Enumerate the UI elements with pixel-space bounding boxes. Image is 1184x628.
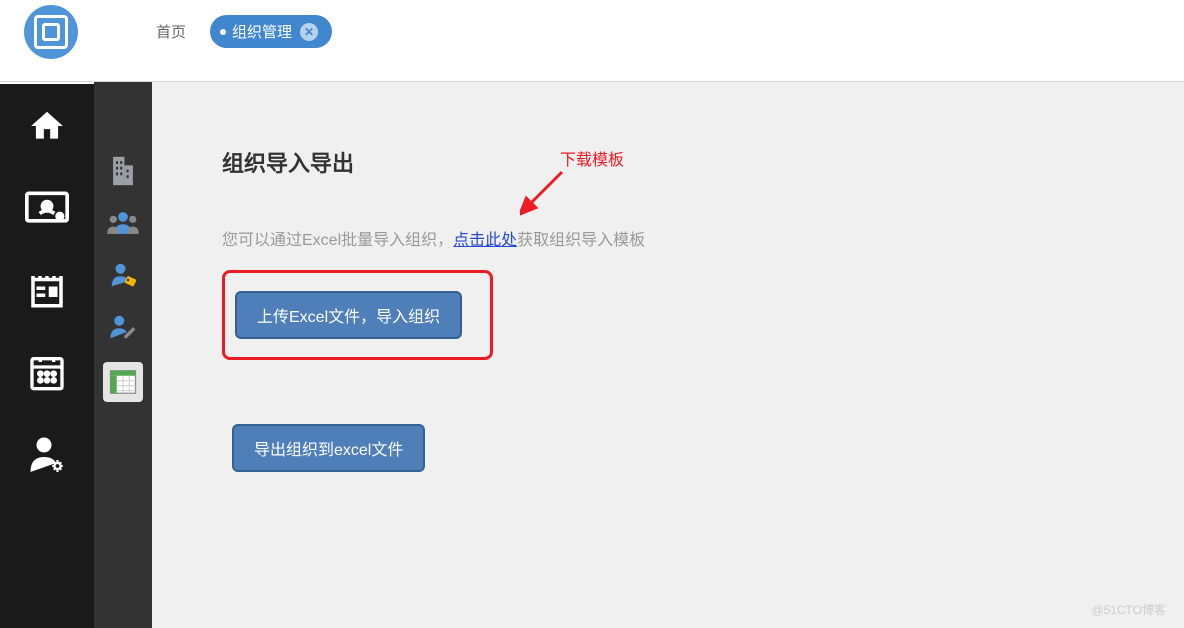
user-edit-icon[interactable] (106, 310, 140, 344)
upload-highlight-box: 上传Excel文件，导入组织 (222, 270, 493, 360)
users-icon[interactable] (106, 206, 140, 240)
breadcrumb-home[interactable]: 首页 (138, 15, 204, 48)
upload-excel-button[interactable]: 上传Excel文件，导入组织 (235, 291, 462, 339)
building-icon[interactable] (106, 154, 140, 188)
breadcrumb-active-label: 组织管理 (232, 21, 292, 42)
app-logo[interactable] (24, 5, 78, 59)
user-settings-icon[interactable] (25, 434, 69, 474)
main-content: 组织导入导出 下载模板 您可以通过Excel批量导入组织，点击此处获取组织导入模… (152, 82, 1184, 628)
secondary-sidebar (94, 82, 152, 628)
person-tag-icon[interactable] (106, 258, 140, 292)
spreadsheet-icon[interactable] (103, 362, 143, 402)
export-excel-button[interactable]: 导出组织到excel文件 (232, 424, 425, 472)
primary-sidebar (0, 82, 94, 628)
calendar-icon[interactable] (25, 352, 69, 392)
hint-text: 您可以通过Excel批量导入组织，点击此处获取组织导入模板 (222, 226, 1136, 250)
header: 首页 组织管理 ✕ (0, 0, 1184, 82)
monitor-icon[interactable] (25, 188, 69, 228)
news-icon[interactable] (25, 270, 69, 310)
hint-before: 您可以通过Excel批量导入组织， (222, 232, 453, 249)
close-icon[interactable]: ✕ (300, 23, 318, 41)
download-template-link[interactable]: 点击此处 (453, 232, 517, 249)
hint-after: 获取组织导入模板 (517, 232, 645, 249)
breadcrumb: 首页 组织管理 ✕ (138, 15, 332, 48)
page-title: 组织导入导出 (222, 146, 1136, 178)
home-icon[interactable] (25, 106, 69, 146)
breadcrumb-active-tab[interactable]: 组织管理 ✕ (210, 15, 332, 48)
watermark: @51CTO博客 (1091, 601, 1166, 618)
